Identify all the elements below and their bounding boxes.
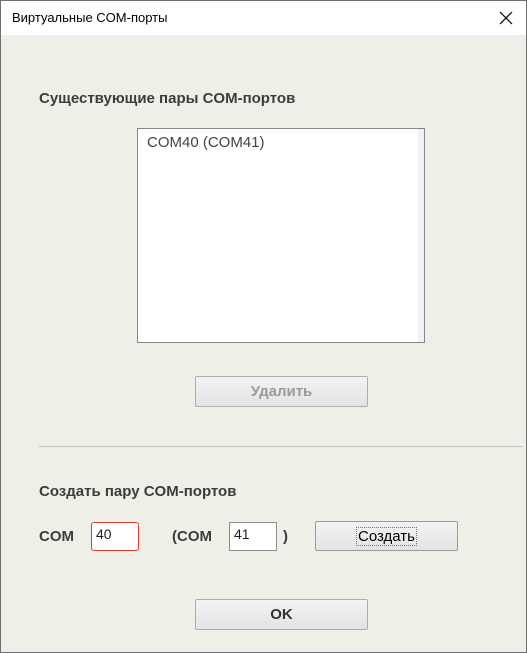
create-button-label: Создать	[355, 526, 417, 546]
first-port-input[interactable]: 40	[91, 522, 139, 551]
section-divider	[39, 446, 523, 447]
create-pair-heading: Создать пару COM-портов	[39, 483, 237, 500]
existing-pairs-heading: Существующие пары COM-портов	[39, 90, 296, 107]
delete-button-label: Удалить	[250, 383, 313, 400]
com-label: COM	[39, 528, 74, 545]
close-paren-label: )	[283, 528, 288, 545]
list-item[interactable]: COM40 (COM41)	[147, 134, 265, 151]
listbox-scroll-strip	[418, 129, 424, 342]
window-title: Виртуальные COM-порты	[12, 10, 168, 25]
ok-button-label: OK	[270, 606, 293, 623]
ok-button[interactable]: OK	[195, 599, 368, 630]
title-bar: Виртуальные COM-порты	[1, 1, 526, 35]
com-pairs-listbox[interactable]: COM40 (COM41)	[137, 128, 425, 343]
close-icon	[499, 11, 513, 25]
virtual-com-ports-dialog: Виртуальные COM-порты Существующие пары …	[0, 0, 527, 653]
paired-com-label: (COM	[172, 528, 212, 545]
close-button[interactable]	[486, 1, 526, 35]
second-port-input[interactable]: 41	[229, 522, 277, 551]
create-button[interactable]: Создать	[315, 521, 458, 551]
delete-button[interactable]: Удалить	[195, 376, 368, 407]
